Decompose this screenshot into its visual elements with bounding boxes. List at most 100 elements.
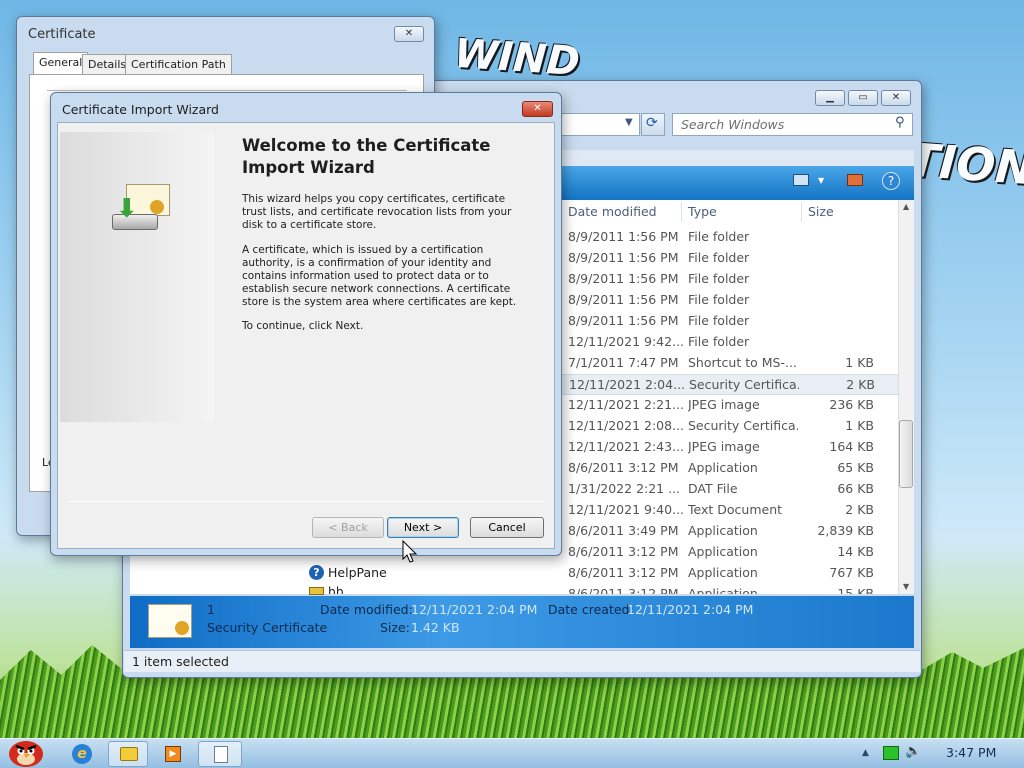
details-file-type: Security Certificate (207, 620, 328, 635)
maximize-button[interactable]: ▭ (848, 90, 878, 106)
scroll-up-icon[interactable]: ▲ (903, 202, 909, 211)
cell-date-modified: 12/11/2021 9:42... (568, 334, 685, 349)
cell-type: Application (688, 586, 758, 594)
view-dropdown-icon[interactable]: ▼ (818, 176, 824, 185)
cell-date-modified: 7/1/2011 7:47 PM (568, 355, 679, 370)
column-divider[interactable] (801, 202, 802, 222)
cell-date-modified: 8/6/2011 3:12 PM (568, 565, 679, 580)
view-options-icon[interactable] (793, 174, 809, 186)
address-dropdown-icon[interactable]: ▼ (625, 117, 633, 128)
table-row[interactable]: 12/11/2021 2:43... JPEG image 164 KB (560, 437, 900, 458)
table-row[interactable]: 8/6/2011 3:49 PM Application 2,839 KB (560, 521, 900, 542)
table-row[interactable]: 8/6/2011 3:12 PM Application 15 KB (560, 584, 900, 594)
cell-date-modified: 12/11/2021 2:08... (568, 418, 685, 433)
help-icon[interactable]: ? (882, 172, 900, 190)
refresh-icon: ⟳ (646, 115, 658, 131)
details-date-modified: 12/11/2021 2:04 PM (411, 602, 538, 617)
column-type[interactable]: Type (688, 204, 717, 219)
cell-type: Application (688, 565, 758, 580)
details-date-modified-label: Date modified: (320, 602, 413, 617)
table-row[interactable]: 12/11/2021 9:42... File folder (560, 332, 900, 353)
table-row[interactable]: 1/31/2022 2:21 ... DAT File 66 KB (560, 479, 900, 500)
cell-size: 767 KB (829, 565, 874, 580)
cell-type: Security Certifica... (688, 418, 798, 433)
wizard-text-area (214, 124, 554, 500)
start-button[interactable] (4, 732, 48, 768)
cell-date-modified: 8/6/2011 3:12 PM (568, 544, 679, 559)
angry-bird-start-icon (9, 741, 43, 767)
table-row[interactable]: 8/6/2011 3:12 PM Application 65 KB (560, 458, 900, 479)
cell-type: DAT File (688, 481, 738, 496)
table-row[interactable]: 12/11/2021 9:40... Text Document 2 KB (560, 500, 900, 521)
help-icon: ? (309, 565, 324, 580)
menu-strip (560, 150, 914, 166)
tab-general[interactable]: General (33, 52, 89, 75)
explorer-close-button[interactable]: ✕ (881, 90, 911, 106)
taskbar-certificate-button[interactable] (198, 741, 242, 767)
scroll-down-icon[interactable]: ▼ (903, 582, 909, 591)
network-icon[interactable] (883, 746, 899, 760)
address-bar[interactable]: ▼ (560, 113, 640, 136)
certificate-close-button[interactable]: ✕ (394, 26, 424, 42)
next-button[interactable]: Next > (387, 517, 459, 538)
certificate-seal-icon (150, 200, 164, 214)
table-row[interactable]: 8/9/2011 1:56 PM File folder (560, 290, 900, 311)
cell-date-modified: 8/9/2011 1:56 PM (568, 271, 679, 286)
table-row[interactable]: 8/9/2011 1:56 PM File folder (560, 227, 900, 248)
list-item-name[interactable]: HelpPane (328, 565, 387, 580)
certificate-file-icon (148, 604, 192, 638)
cell-size: 236 KB (829, 397, 874, 412)
details-date-created-label: Date created: (548, 602, 634, 617)
cell-type: JPEG image (688, 439, 760, 454)
table-row[interactable]: 12/11/2021 2:04... Security Certifica... 2… (560, 374, 900, 395)
taskbar-media-player-button[interactable]: ▶ (153, 741, 193, 767)
back-button[interactable]: < Back (312, 517, 384, 538)
certificate-seal-icon (175, 621, 189, 635)
cell-date-modified: 8/6/2011 3:49 PM (568, 523, 679, 538)
list-item-name[interactable]: hh (328, 584, 344, 594)
search-icon[interactable]: ⚲ (895, 115, 905, 130)
scrollbar-thumb[interactable] (899, 420, 913, 488)
cell-size: 14 KB (837, 544, 874, 559)
details-file-name: 1 (207, 602, 215, 617)
cell-type: Shortcut to MS-... (688, 355, 797, 370)
status-text: 1 item selected (132, 654, 229, 669)
column-divider[interactable] (681, 202, 682, 222)
vertical-scrollbar[interactable]: ▲ ▼ (898, 200, 914, 594)
wizard-close-button[interactable]: ✕ (522, 101, 553, 117)
search-input[interactable]: Search Windows ⚲ (672, 113, 913, 136)
table-row[interactable]: 8/9/2011 1:56 PM File folder (560, 311, 900, 332)
volume-icon[interactable]: 🔈 (905, 744, 921, 759)
table-row[interactable]: 12/11/2021 2:08... Security Certifica... 1… (560, 416, 900, 437)
table-row[interactable]: 8/9/2011 1:56 PM File folder (560, 248, 900, 269)
cell-type: Application (688, 460, 758, 475)
wizard-paragraph-2: A certificate, which is issued by a cert… (242, 244, 517, 308)
cell-size: 2 KB (845, 502, 874, 517)
table-row[interactable]: 7/1/2011 7:47 PM Shortcut to MS-... 1 KB (560, 353, 900, 374)
show-hidden-icons-icon[interactable]: ▲ (862, 748, 869, 758)
table-row[interactable]: 8/6/2011 3:12 PM Application 767 KB (560, 563, 900, 584)
cell-size: 15 KB (837, 586, 874, 594)
table-row[interactable]: 12/11/2021 2:21... JPEG image 236 KB (560, 395, 900, 416)
internet-explorer-icon[interactable]: e (72, 744, 92, 764)
cancel-button[interactable]: Cancel (470, 517, 544, 538)
table-row[interactable]: 8/6/2011 3:12 PM Application 14 KB (560, 542, 900, 563)
cell-date-modified: 12/11/2021 2:04... (569, 377, 686, 392)
wizard-paragraph-3: To continue, click Next. (242, 320, 364, 332)
column-date-modified[interactable]: Date modified (568, 204, 657, 219)
cell-date-modified: 8/9/2011 1:56 PM (568, 292, 679, 307)
document-icon (214, 746, 228, 763)
preview-pane-icon[interactable] (847, 174, 863, 186)
refresh-button[interactable]: ⟳ (641, 113, 665, 136)
cell-type: Security Certifica... (689, 377, 799, 392)
cell-type: File folder (688, 271, 750, 286)
certificate-import-icon: ⬇ (110, 180, 174, 242)
table-row[interactable]: 8/9/2011 1:56 PM File folder (560, 269, 900, 290)
column-size[interactable]: Size (808, 204, 834, 219)
clock[interactable]: 3:47 PM (946, 745, 996, 760)
taskbar-explorer-button[interactable] (108, 741, 148, 767)
minimize-button[interactable]: ▁ (815, 90, 845, 106)
tab-certification-path[interactable]: Certification Path (125, 54, 232, 74)
search-placeholder: Search Windows (681, 117, 785, 132)
wizard-title: Certificate Import Wizard (62, 102, 219, 117)
